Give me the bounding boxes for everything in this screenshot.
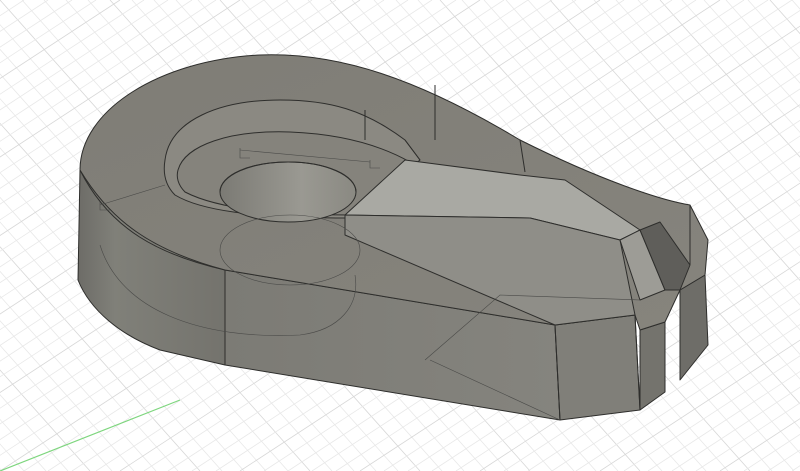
part-end-face-right[interactable] [639,321,666,411]
grid-line [791,465,800,471]
part-end-face[interactable] [554,314,641,421]
grid-line [791,0,800,10]
grid-line [695,402,800,471]
viewport-canvas[interactable] [0,0,800,471]
grid-line [0,418,47,471]
part-end-face-far-right[interactable] [679,274,709,381]
grid-line [725,0,800,84]
grid-line [0,369,91,471]
part-through-hole[interactable] [219,161,357,223]
cad-part-3d-icon[interactable] [77,54,709,421]
cad-3d-viewport[interactable] [0,0,800,471]
grid-line [767,449,800,471]
grid-line [703,0,800,109]
y-axis-line [0,399,181,471]
